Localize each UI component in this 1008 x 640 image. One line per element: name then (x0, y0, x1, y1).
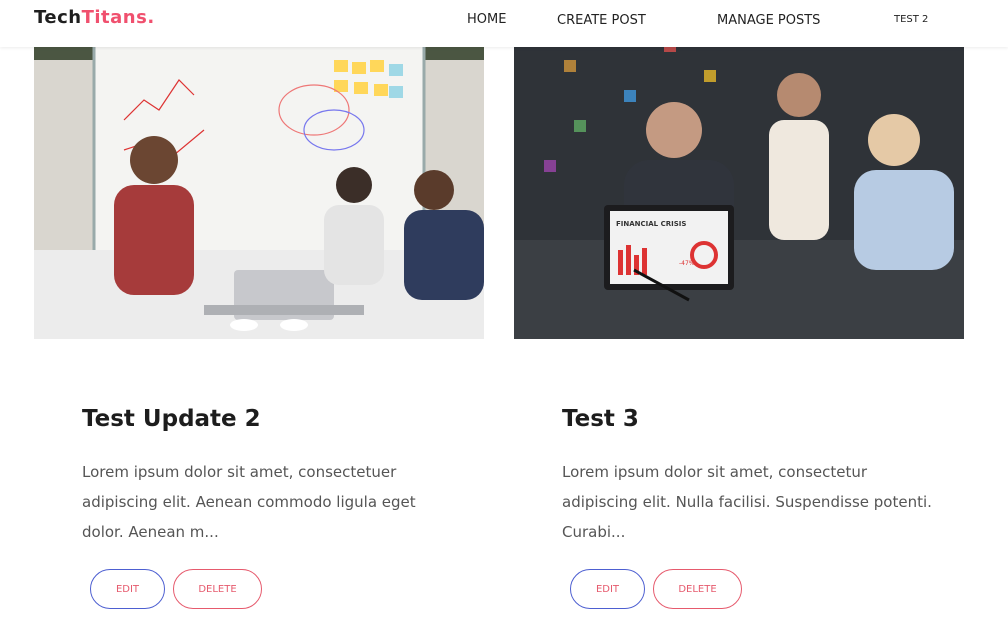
nav-manage-posts-link[interactable]: MANAGE POSTS (717, 13, 820, 28)
nav-create-post-link[interactable]: CREATE POST (557, 13, 646, 28)
brand-name-titans: Titans. (81, 7, 155, 28)
post-excerpt-1: Lorem ipsum dolor sit amet, consectetuer… (82, 463, 416, 541)
post-2-delete-button[interactable]: DELETE (653, 569, 742, 609)
brand-logo[interactable]: TechTitans. (34, 7, 155, 28)
post-image-1 (34, 0, 484, 339)
post-excerpt-2: Lorem ipsum dolor sit amet, consectetur … (562, 463, 932, 541)
post-2-edit-button[interactable]: EDIT (570, 569, 645, 609)
top-navbar: TechTitans. HOME CREATE POST MANAGE POST… (0, 0, 1008, 47)
nav-test2-link[interactable]: TEST 2 (894, 14, 928, 25)
post-title-2[interactable]: Test 3 (562, 406, 639, 432)
brand-name-tech: Tech (34, 7, 82, 28)
post-1-edit-button[interactable]: EDIT (90, 569, 165, 609)
screen-percent-text: -47% (679, 260, 695, 267)
office-meeting-photo: FINANCIAL CRISIS -47% (514, 0, 964, 339)
office-whiteboard-photo (34, 0, 484, 339)
screen-headline-text: FINANCIAL CRISIS (616, 220, 686, 228)
post-image-2: FINANCIAL CRISIS -47% (514, 0, 964, 339)
post-title-1[interactable]: Test Update 2 (82, 406, 261, 432)
post-1-delete-button[interactable]: DELETE (173, 569, 262, 609)
nav-home-link[interactable]: HOME (467, 12, 506, 27)
